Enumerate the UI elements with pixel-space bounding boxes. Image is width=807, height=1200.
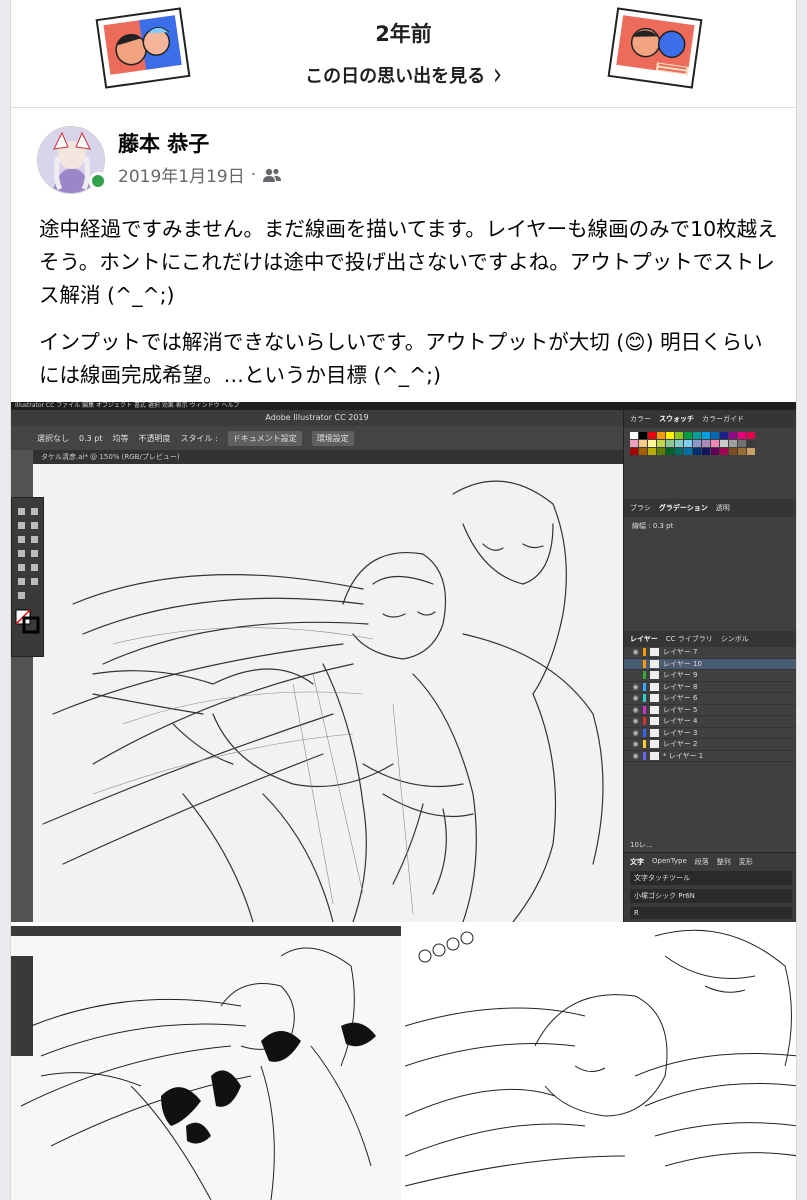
- layer-name: レイヤー 2: [663, 740, 698, 749]
- tab-opentype[interactable]: OpenType: [652, 857, 687, 867]
- ai-tools-panel[interactable]: [11, 497, 44, 657]
- tab-cc-libraries[interactable]: CC ライブラリ: [666, 634, 713, 644]
- ai-stroke-weight-field[interactable]: 線幅 : 0.3 pt: [624, 517, 796, 535]
- ai-document-tab[interactable]: タケル清彦.ai* @ 150% (RGB/プレビュー): [33, 450, 623, 464]
- ai-stroke-weight[interactable]: 0.3 pt: [79, 434, 102, 443]
- ai-color-panel-tabs[interactable]: カラー スウォッチ カラーガイド: [624, 410, 796, 428]
- eye-icon[interactable]: ◉: [632, 717, 639, 725]
- eye-icon[interactable]: ◉: [632, 694, 639, 702]
- ai-style-label: スタイル :: [180, 433, 218, 443]
- tab-color[interactable]: カラー: [630, 414, 651, 424]
- ai-window-title: Adobe Illustrator CC 2019: [11, 410, 623, 426]
- online-status-indicator: [89, 172, 107, 190]
- ai-character-tabs[interactable]: 文字 OpenType 段落 整列 変形: [630, 857, 792, 867]
- layer-row[interactable]: ◉ レイヤー 8: [624, 682, 796, 693]
- friends-icon[interactable]: [262, 167, 282, 183]
- layer-name: レイヤー 3: [663, 728, 698, 737]
- layer-name: レイヤー 9: [663, 671, 698, 680]
- ai-layers-list: ◉ レイヤー 7 レイヤー 10 レイヤー 9 ◉ レイヤー 8 ◉ レイヤー 6 ◉…: [624, 647, 796, 762]
- author-name[interactable]: 藤本 恭子: [118, 128, 209, 158]
- chevron-right-icon: ›: [493, 57, 502, 93]
- see-memories-label: この日の思い出を見る: [305, 66, 486, 87]
- post-photo-line-art-closeup[interactable]: [405, 926, 796, 1200]
- post-photo-illustrator-screenshot[interactable]: Illustrator CC ファイル 編集 オブジェクト 書式 選択 効果 表…: [11, 402, 796, 922]
- eye-icon[interactable]: ◉: [632, 706, 639, 714]
- layer-name: レイヤー 8: [663, 682, 698, 691]
- layer-row[interactable]: ◉ レイヤー 5: [624, 705, 796, 716]
- stroke-weight-value: 0.3 pt: [652, 522, 674, 530]
- eye-icon[interactable]: ◉: [632, 683, 639, 691]
- eye-icon[interactable]: ◉: [632, 648, 639, 656]
- layer-row[interactable]: ◉ レイヤー 7: [624, 647, 796, 659]
- layer-count: 10レ...: [630, 841, 653, 849]
- memory-post-card: 2年前 この日の思い出を見る › 藤本 恭子 2019年1月19日 · 途中経過…: [10, 0, 797, 1200]
- ai-layers-panel-tabs[interactable]: レイヤー CC ライブラリ シンボル: [624, 631, 796, 647]
- closeup-line-art: [405, 926, 796, 1200]
- layer-row[interactable]: ◉ レイヤー 4: [624, 716, 796, 728]
- font-family-select[interactable]: 小塚ゴシック Pr6N: [630, 889, 792, 903]
- ai-opacity-label[interactable]: 不透明度: [138, 433, 170, 444]
- eye-icon[interactable]: ◉: [632, 729, 639, 737]
- eye-icon[interactable]: ◉: [632, 752, 639, 760]
- layer-row[interactable]: ◉ レイヤー 3: [624, 728, 796, 739]
- touch-type-tool-button[interactable]: 文字タッチツール: [630, 871, 792, 885]
- ai-stroke-options: [624, 535, 796, 627]
- tab-brush[interactable]: ブラシ: [630, 503, 651, 513]
- layer-name: レイヤー 6: [663, 694, 698, 703]
- ai-line-style[interactable]: 均等: [112, 433, 128, 444]
- tab-symbols[interactable]: シンボル: [721, 634, 749, 644]
- tab-layers[interactable]: レイヤー: [630, 634, 658, 644]
- layer-row[interactable]: ◉ * レイヤー 1: [624, 751, 796, 762]
- post-meta: 2019年1月19日 ·: [118, 162, 282, 187]
- ai-right-panels: カラー スウォッチ カラーガイド ブラシ グラデーション 透明 線幅 : 0.3…: [623, 410, 796, 922]
- ai-selection-status: 選択なし: [37, 433, 69, 443]
- post-date[interactable]: 2019年1月19日: [118, 162, 245, 187]
- tab-paragraph[interactable]: 段落: [695, 857, 709, 867]
- ai-doc-setup-button[interactable]: ドキュメント設定: [227, 430, 302, 446]
- meta-separator: ·: [250, 164, 257, 185]
- line-art-sketch: [42, 480, 604, 922]
- friends-photo-illustration-right: [607, 7, 703, 89]
- inked-line-art: [11, 926, 401, 1200]
- font-style-select[interactable]: R: [630, 907, 792, 919]
- tab-color-guide[interactable]: カラーガイド: [702, 414, 744, 424]
- see-memories-link[interactable]: この日の思い出を見る ›: [305, 58, 502, 93]
- ai-character-panel: 文字 OpenType 段落 整列 変形 文字タッチツール 小塚ゴシック Pr6…: [624, 852, 796, 922]
- ai-artboard: [33, 464, 623, 922]
- layer-row[interactable]: レイヤー 10: [624, 658, 796, 670]
- memories-header: 2年前 この日の思い出を見る ›: [11, 0, 796, 108]
- layer-row[interactable]: ◉ レイヤー 6: [624, 693, 796, 705]
- ai-prefs-button[interactable]: 環境設定: [311, 430, 354, 446]
- ai-control-bar: 選択なし 0.3 pt 均等 不透明度 スタイル : ドキュメント設定 環境設定: [11, 426, 623, 450]
- ai-menubar: Illustrator CC ファイル 編集 オブジェクト 書式 選択 効果 表…: [11, 402, 796, 410]
- layer-name: レイヤー 4: [663, 717, 698, 726]
- post-photo-inked-sketch[interactable]: [11, 926, 401, 1200]
- tab-gradient[interactable]: グラデーション: [659, 503, 708, 513]
- layer-name: レイヤー 7: [663, 648, 698, 657]
- layer-name: * レイヤー 1: [663, 751, 704, 760]
- post-paragraph: インプットでは解消できないらしいです。アウトプットが大切 (😊) 明日くらいには…: [39, 330, 763, 387]
- layer-name: レイヤー 10: [663, 659, 702, 668]
- layer-name: レイヤー 5: [663, 705, 698, 714]
- tab-character[interactable]: 文字: [630, 857, 644, 867]
- tab-transparency[interactable]: 透明: [716, 503, 730, 513]
- swatch-grid[interactable]: [624, 428, 796, 459]
- tab-swatches[interactable]: スウォッチ: [659, 414, 694, 424]
- ai-brush-panel-tabs[interactable]: ブラシ グラデーション 透明: [624, 499, 796, 517]
- layer-row[interactable]: レイヤー 9: [624, 670, 796, 682]
- post-body: 途中経過ですみません。まだ線画を描いてます。レイヤーも線画のみで10枚越えそう。…: [39, 213, 779, 406]
- eye-icon[interactable]: ◉: [632, 740, 639, 748]
- post-paragraph: 途中経過ですみません。まだ線画を描いてます。レイヤーも線画のみで10枚越えそう。…: [39, 217, 778, 307]
- layer-row[interactable]: ◉ レイヤー 2: [624, 739, 796, 751]
- tab-transform[interactable]: 変形: [739, 857, 753, 867]
- tab-align[interactable]: 整列: [717, 857, 731, 867]
